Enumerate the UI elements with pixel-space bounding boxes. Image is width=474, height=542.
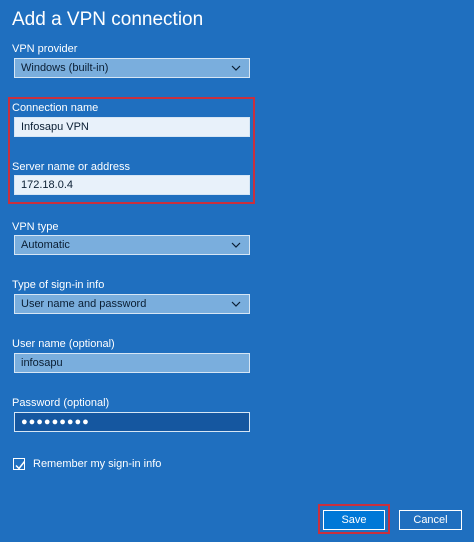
signin-type-label: Type of sign-in info (12, 279, 105, 291)
chevron-down-icon (231, 242, 241, 248)
signin-type-value: User name and password (21, 298, 147, 310)
username-label: User name (optional) (12, 338, 115, 350)
username-input[interactable]: infosapu (14, 353, 250, 373)
remember-label: Remember my sign-in info (33, 458, 162, 470)
save-button[interactable]: Save (323, 510, 385, 530)
cancel-button[interactable]: Cancel (399, 510, 462, 530)
checkmark-icon (15, 461, 26, 470)
connection-name-label: Connection name (12, 102, 99, 114)
vpn-provider-value: Windows (built-in) (21, 62, 109, 74)
chevron-down-icon (231, 301, 241, 307)
server-label: Server name or address (12, 161, 130, 173)
remember-checkbox[interactable] (13, 458, 26, 470)
server-input[interactable]: 172.18.0.4 (14, 175, 250, 195)
vpn-type-label: VPN type (12, 221, 59, 233)
signin-type-dropdown[interactable]: User name and password (14, 294, 250, 314)
vpn-type-value: Automatic (21, 239, 70, 251)
connection-name-input[interactable]: Infosapu VPN (14, 117, 250, 137)
vpn-type-dropdown[interactable]: Automatic (14, 235, 250, 255)
password-input[interactable]: ●●●●●●●●● (14, 412, 250, 432)
password-label: Password (optional) (12, 397, 110, 409)
vpn-provider-label: VPN provider (12, 43, 78, 55)
chevron-down-icon (231, 65, 241, 71)
page-title: Add a VPN connection (12, 9, 204, 30)
vpn-provider-dropdown[interactable]: Windows (built-in) (14, 58, 250, 78)
